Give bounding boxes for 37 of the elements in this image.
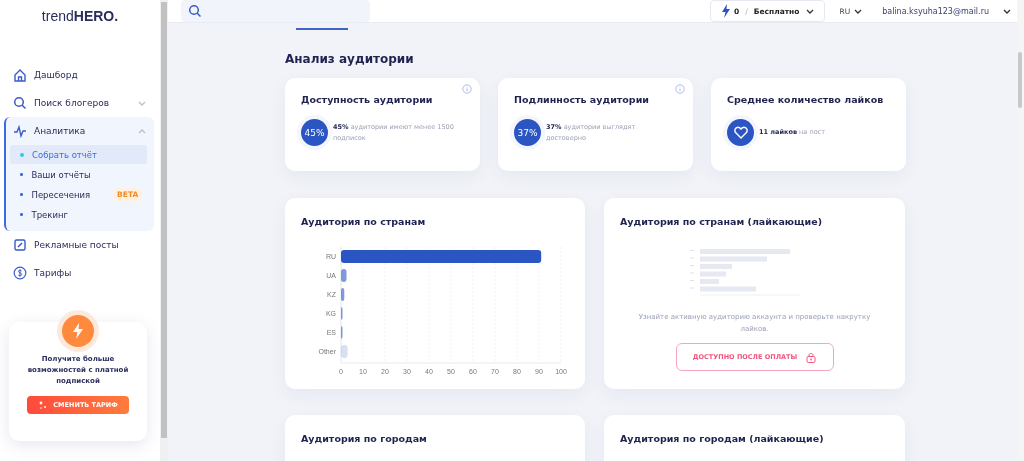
card-title: Среднее количество лайков [727,94,885,105]
nav-item[interactable]: Поиск блогеров [6,89,154,117]
card-title: Аудитория по странам (лайкающие) [620,216,822,227]
home-icon [13,68,27,82]
nav-item[interactable]: Тарифы [6,259,154,287]
user-email[interactable]: balina.ksyuha123@mail.ru [882,6,989,16]
card-title: Подлинность аудитории [514,94,650,105]
card-title: Доступность аудитории [301,94,434,105]
chevron-down-icon [854,8,863,14]
bar [341,288,345,301]
section-title: Анализ аудитории [285,52,415,66]
nav-item[interactable]: Дашборд [6,61,154,89]
chevron-down-icon [806,8,815,14]
scrollbar[interactable] [160,0,168,461]
card-title: Аудитория по городам [301,433,428,444]
submenu-item[interactable]: Трекинг [10,205,147,224]
logo[interactable]: trendHERO. [0,0,160,31]
bar [341,269,347,282]
sparkle-icon [38,400,49,410]
bar [341,345,348,358]
nav-item[interactable]: Рекламные посты [6,231,154,259]
lightning-icon [721,4,732,18]
submenu-item[interactable]: Собрать отчёт [10,145,147,164]
search-icon [13,96,27,110]
search-field[interactable] [181,0,370,22]
card-title: Аудитория по странам [301,216,427,227]
tab-indicator [296,28,348,30]
submenu-item[interactable]: Ваши отчёты [10,165,147,184]
chevron-down-icon [1003,8,1011,14]
card-title: Аудитория по городам (лайкающие) [620,433,825,444]
nav-item[interactable]: Аналитика [6,117,154,145]
edit-square-icon [13,238,27,252]
pulse-icon [13,124,27,138]
dollar-circle-icon [13,266,27,280]
search-icon [188,4,202,18]
page-scrollbar[interactable] [1017,0,1024,461]
lock-icon [806,351,817,363]
